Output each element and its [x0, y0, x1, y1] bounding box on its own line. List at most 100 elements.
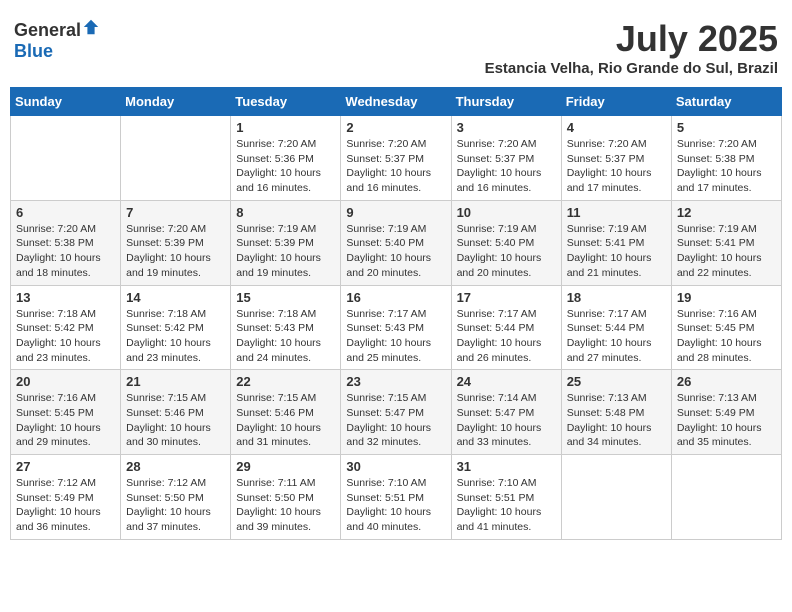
day-number: 15	[236, 290, 335, 305]
day-info: Sunrise: 7:20 AM Sunset: 5:38 PM Dayligh…	[16, 222, 115, 281]
table-row: 7Sunrise: 7:20 AM Sunset: 5:39 PM Daylig…	[121, 200, 231, 285]
logo-general: General	[14, 20, 81, 40]
day-info: Sunrise: 7:15 AM Sunset: 5:47 PM Dayligh…	[346, 391, 445, 450]
day-number: 7	[126, 205, 225, 220]
table-row: 19 Sunrise: 7:16 AM Sunset: 5:45 PM Dayli…	[671, 285, 781, 370]
calendar: Sunday Monday Tuesday Wednesday Thursday…	[10, 87, 782, 540]
logo: General Blue	[14, 18, 101, 62]
table-row	[121, 116, 231, 201]
day-number: 20	[16, 374, 115, 389]
day-number: 28	[126, 459, 225, 474]
day-number: 11	[567, 205, 666, 220]
calendar-week-row: 13 Sunrise: 7:18 AM Sunset: 5:42 PM Dayli…	[11, 285, 782, 370]
col-friday: Friday	[561, 88, 671, 116]
day-info: Sunrise: 7:20 AM Sunset: 5:36 PM Dayligh…	[236, 137, 335, 196]
calendar-week-row: 6 Sunrise: 7:20 AM Sunset: 5:38 PM Daylig…	[11, 200, 782, 285]
day-number: 27	[16, 459, 115, 474]
day-number: 5	[677, 120, 776, 135]
table-row: 20 Sunrise: 7:16 AM Sunset: 5:45 PM Dayli…	[11, 370, 121, 455]
table-row: 22Sunrise: 7:15 AM Sunset: 5:46 PM Dayli…	[231, 370, 341, 455]
header: General Blue July 2025 Estancia Velha, R…	[10, 10, 782, 81]
table-row: 31Sunrise: 7:10 AM Sunset: 5:51 PM Dayli…	[451, 455, 561, 540]
day-info: Sunrise: 7:20 AM Sunset: 5:37 PM Dayligh…	[567, 137, 666, 196]
day-info: Sunrise: 7:13 AM Sunset: 5:49 PM Dayligh…	[677, 391, 776, 450]
table-row: 13 Sunrise: 7:18 AM Sunset: 5:42 PM Dayli…	[11, 285, 121, 370]
day-info: Sunrise: 7:15 AM Sunset: 5:46 PM Dayligh…	[236, 391, 335, 450]
table-row: 14 Sunrise: 7:18 AM Sunset: 5:42 PM Dayli…	[121, 285, 231, 370]
table-row: 3Sunrise: 7:20 AM Sunset: 5:37 PM Daylig…	[451, 116, 561, 201]
calendar-header-row: Sunday Monday Tuesday Wednesday Thursday…	[11, 88, 782, 116]
day-number: 18	[567, 290, 666, 305]
calendar-week-row: 1 Sunrise: 7:20 AM Sunset: 5:36 PM Daylig…	[11, 116, 782, 201]
table-row: 2Sunrise: 7:20 AM Sunset: 5:37 PM Daylig…	[341, 116, 451, 201]
day-number: 10	[457, 205, 556, 220]
day-number: 8	[236, 205, 335, 220]
table-row: 11 Sunrise: 7:19 AM Sunset: 5:41 PM Dayli…	[561, 200, 671, 285]
day-info: Sunrise: 7:17 AM Sunset: 5:44 PM Dayligh…	[567, 307, 666, 366]
day-info: Sunrise: 7:13 AM Sunset: 5:48 PM Dayligh…	[567, 391, 666, 450]
day-info: Sunrise: 7:16 AM Sunset: 5:45 PM Dayligh…	[16, 391, 115, 450]
col-tuesday: Tuesday	[231, 88, 341, 116]
calendar-week-row: 27 Sunrise: 7:12 AM Sunset: 5:49 PM Dayli…	[11, 455, 782, 540]
day-info: Sunrise: 7:14 AM Sunset: 5:47 PM Dayligh…	[457, 391, 556, 450]
day-number: 24	[457, 374, 556, 389]
day-info: Sunrise: 7:19 AM Sunset: 5:40 PM Dayligh…	[346, 222, 445, 281]
table-row: 23 Sunrise: 7:15 AM Sunset: 5:47 PM Dayli…	[341, 370, 451, 455]
day-number: 25	[567, 374, 666, 389]
table-row: 28 Sunrise: 7:12 AM Sunset: 5:50 PM Dayli…	[121, 455, 231, 540]
table-row: 18 Sunrise: 7:17 AM Sunset: 5:44 PM Dayli…	[561, 285, 671, 370]
table-row: 9 Sunrise: 7:19 AM Sunset: 5:40 PM Daylig…	[341, 200, 451, 285]
day-info: Sunrise: 7:19 AM Sunset: 5:39 PM Dayligh…	[236, 222, 335, 281]
logo-blue: Blue	[14, 41, 53, 61]
day-info: Sunrise: 7:10 AM Sunset: 5:51 PM Dayligh…	[346, 476, 445, 535]
day-info: Sunrise: 7:12 AM Sunset: 5:50 PM Dayligh…	[126, 476, 225, 535]
table-row	[671, 455, 781, 540]
day-number: 9	[346, 205, 445, 220]
table-row: 1 Sunrise: 7:20 AM Sunset: 5:36 PM Daylig…	[231, 116, 341, 201]
table-row: 27 Sunrise: 7:12 AM Sunset: 5:49 PM Dayli…	[11, 455, 121, 540]
table-row: 6 Sunrise: 7:20 AM Sunset: 5:38 PM Daylig…	[11, 200, 121, 285]
subtitle: Estancia Velha, Rio Grande do Sul, Brazi…	[485, 60, 778, 77]
table-row: 12Sunrise: 7:19 AM Sunset: 5:41 PM Dayli…	[671, 200, 781, 285]
month-title: July 2025	[485, 18, 778, 60]
day-info: Sunrise: 7:15 AM Sunset: 5:46 PM Dayligh…	[126, 391, 225, 450]
day-number: 21	[126, 374, 225, 389]
day-info: Sunrise: 7:19 AM Sunset: 5:41 PM Dayligh…	[677, 222, 776, 281]
day-number: 23	[346, 374, 445, 389]
day-info: Sunrise: 7:18 AM Sunset: 5:42 PM Dayligh…	[16, 307, 115, 366]
day-number: 4	[567, 120, 666, 135]
calendar-week-row: 20 Sunrise: 7:16 AM Sunset: 5:45 PM Dayli…	[11, 370, 782, 455]
day-number: 6	[16, 205, 115, 220]
day-info: Sunrise: 7:16 AM Sunset: 5:45 PM Dayligh…	[677, 307, 776, 366]
day-number: 29	[236, 459, 335, 474]
day-info: Sunrise: 7:17 AM Sunset: 5:44 PM Dayligh…	[457, 307, 556, 366]
table-row: 17Sunrise: 7:17 AM Sunset: 5:44 PM Dayli…	[451, 285, 561, 370]
day-number: 14	[126, 290, 225, 305]
day-info: Sunrise: 7:18 AM Sunset: 5:43 PM Dayligh…	[236, 307, 335, 366]
day-info: Sunrise: 7:19 AM Sunset: 5:41 PM Dayligh…	[567, 222, 666, 281]
day-number: 16	[346, 290, 445, 305]
day-info: Sunrise: 7:18 AM Sunset: 5:42 PM Dayligh…	[126, 307, 225, 366]
table-row: 4 Sunrise: 7:20 AM Sunset: 5:37 PM Daylig…	[561, 116, 671, 201]
day-number: 19	[677, 290, 776, 305]
col-saturday: Saturday	[671, 88, 781, 116]
table-row: 21 Sunrise: 7:15 AM Sunset: 5:46 PM Dayli…	[121, 370, 231, 455]
day-number: 2	[346, 120, 445, 135]
day-number: 31	[457, 459, 556, 474]
table-row: 25 Sunrise: 7:13 AM Sunset: 5:48 PM Dayli…	[561, 370, 671, 455]
col-monday: Monday	[121, 88, 231, 116]
day-info: Sunrise: 7:11 AM Sunset: 5:50 PM Dayligh…	[236, 476, 335, 535]
table-row: 8 Sunrise: 7:19 AM Sunset: 5:39 PM Daylig…	[231, 200, 341, 285]
table-row: 30 Sunrise: 7:10 AM Sunset: 5:51 PM Dayli…	[341, 455, 451, 540]
day-info: Sunrise: 7:20 AM Sunset: 5:38 PM Dayligh…	[677, 137, 776, 196]
table-row: 10Sunrise: 7:19 AM Sunset: 5:40 PM Dayli…	[451, 200, 561, 285]
day-number: 13	[16, 290, 115, 305]
table-row: 24 Sunrise: 7:14 AM Sunset: 5:47 PM Dayli…	[451, 370, 561, 455]
day-number: 30	[346, 459, 445, 474]
table-row: 5 Sunrise: 7:20 AM Sunset: 5:38 PM Daylig…	[671, 116, 781, 201]
col-wednesday: Wednesday	[341, 88, 451, 116]
day-info: Sunrise: 7:17 AM Sunset: 5:43 PM Dayligh…	[346, 307, 445, 366]
day-number: 1	[236, 120, 335, 135]
table-row	[561, 455, 671, 540]
day-info: Sunrise: 7:12 AM Sunset: 5:49 PM Dayligh…	[16, 476, 115, 535]
